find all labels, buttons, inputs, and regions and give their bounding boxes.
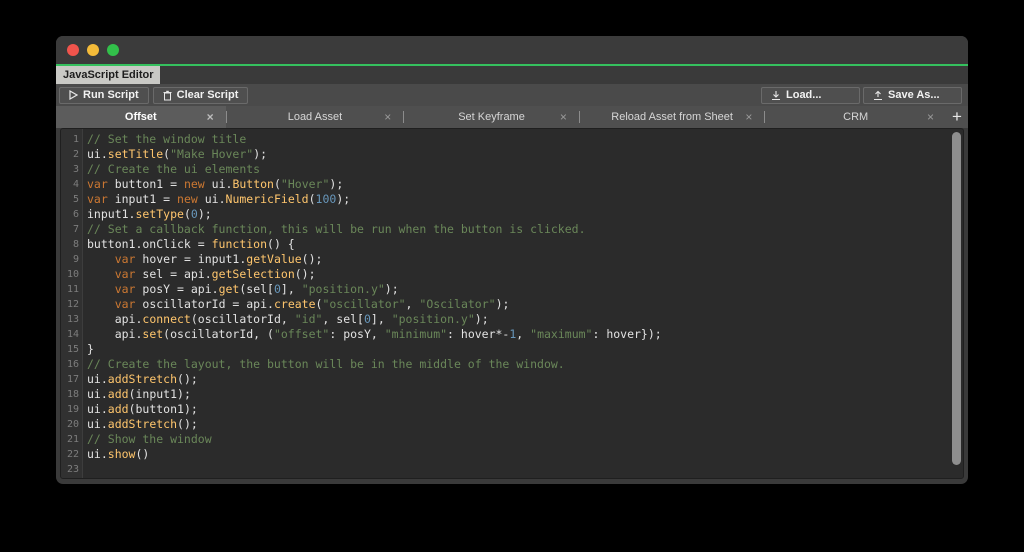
script-tab-crm[interactable]: CRM ×: [765, 106, 946, 128]
javascript-editor-window: JavaScript Editor Run Script Clear Scrip…: [56, 36, 968, 484]
close-tab-icon[interactable]: ×: [745, 111, 752, 123]
code-line: // Show the window: [87, 432, 212, 446]
close-tab-icon[interactable]: ×: [384, 111, 391, 123]
run-script-label: Run Script: [83, 89, 139, 101]
code-line: ui.show(): [87, 447, 150, 461]
play-icon: [69, 90, 78, 100]
code-line: var oscillatorId = api.create("oscillato…: [114, 297, 510, 311]
save-as-label: Save As...: [888, 89, 940, 101]
code-line: button1.onClick = function() {: [87, 237, 295, 251]
close-tab-icon[interactable]: ×: [927, 111, 934, 123]
line-number: 16: [66, 359, 79, 370]
code-line: var posY = api.get(sel[0], "position.y")…: [114, 282, 399, 296]
code-line: // Create the ui elements: [87, 162, 261, 176]
save-as-button[interactable]: Save As...: [863, 86, 962, 104]
load-label: Load...: [786, 89, 822, 101]
download-icon: [771, 90, 781, 101]
code-line: // Set the window title: [87, 132, 247, 146]
code-line: }: [87, 342, 94, 356]
line-number: 6: [72, 209, 79, 220]
code-line: ui.addStretch();: [87, 372, 198, 386]
script-toolbar: Run Script Clear Script Load... Save As.…: [56, 84, 968, 106]
line-number: 5: [72, 194, 79, 205]
code-line: ui.add(input1);: [87, 387, 191, 401]
script-tab-label: CRM: [843, 111, 869, 123]
script-tab-label: Load Asset: [287, 111, 343, 123]
code-line: var hover = input1.getValue();: [114, 252, 323, 266]
load-button[interactable]: Load...: [761, 86, 860, 104]
line-number: 19: [66, 404, 79, 415]
line-number-gutter: 1 2 3 4 5 6 7 8 9 10 11 12 13 14 15 16 17 18 19 20 21 22 23: [61, 129, 83, 478]
line-number: 3: [72, 164, 79, 175]
code-line: ui.addStretch();: [87, 417, 198, 431]
script-tab-set-keyframe[interactable]: Set Keyframe ×: [404, 106, 579, 128]
trash-icon: [163, 90, 172, 101]
code-line: var sel = api.getSelection();: [114, 267, 316, 281]
line-number: 17: [66, 374, 79, 385]
upload-icon: [873, 90, 883, 101]
script-tab-label: Set Keyframe: [458, 111, 525, 123]
line-number: 11: [66, 284, 79, 295]
code-content[interactable]: // Set the window title ui.setTitle("Make…: [83, 129, 963, 478]
code-line: ui.add(button1);: [87, 402, 198, 416]
line-number: 9: [72, 254, 79, 265]
code-line: api.set(oscillatorId, ("offset": posY, "…: [87, 327, 662, 341]
code-line: ui.setTitle("Make Hover");: [87, 147, 268, 161]
line-number: 21: [66, 434, 79, 445]
line-number: 20: [66, 419, 79, 430]
tab-javascript-editor-label: JavaScript Editor: [63, 69, 154, 81]
script-tab-load-asset[interactable]: Load Asset ×: [227, 106, 404, 128]
code-line: // Set a callback function, this will be…: [87, 222, 586, 236]
code-line: api.connect(oscillatorId, "id", sel[0], …: [87, 312, 489, 326]
code-line: var input1 = new ui.NumericField(100);: [87, 192, 351, 206]
window-titlebar: [56, 36, 968, 66]
editor-tab-strip: JavaScript Editor: [56, 66, 968, 84]
close-tab-icon[interactable]: ×: [560, 111, 567, 123]
script-tab-reload-asset-from-sheet[interactable]: Reload Asset from Sheet ×: [580, 106, 765, 128]
clear-script-button[interactable]: Clear Script: [152, 86, 249, 104]
minimize-window-button[interactable]: [87, 44, 99, 56]
line-number: 15: [66, 344, 79, 355]
line-number: 8: [72, 239, 79, 250]
tab-javascript-editor[interactable]: JavaScript Editor: [56, 66, 161, 84]
code-line: input1.setType(0);: [87, 207, 212, 221]
clear-script-label: Clear Script: [176, 89, 239, 101]
line-number: 4: [72, 179, 79, 190]
line-number: 2: [72, 149, 79, 160]
script-tab-bar: Offset × Load Asset × Set Keyframe × Reload As…: [56, 106, 968, 128]
code-line: // Create the layout, the button will be…: [87, 357, 565, 371]
close-tab-icon[interactable]: ×: [207, 111, 214, 123]
line-number: 10: [66, 269, 79, 280]
line-number: 22: [66, 449, 79, 460]
script-tab-label: Offset: [124, 111, 157, 123]
script-tab-label: Reload Asset from Sheet: [611, 111, 733, 123]
add-tab-button[interactable]: +: [946, 106, 968, 128]
script-tab-offset[interactable]: Offset ×: [56, 106, 226, 128]
line-number: 18: [66, 389, 79, 400]
code-editor[interactable]: 1 2 3 4 5 6 7 8 9 10 11 12 13 14 15 16 17 18 19 20 21 22 23 //…: [60, 128, 964, 479]
line-number: 14: [66, 329, 79, 340]
zoom-window-button[interactable]: [107, 44, 119, 56]
code-vertical-scrollbar[interactable]: [951, 130, 962, 477]
line-number: 1: [72, 134, 79, 145]
line-number: 23: [66, 464, 79, 475]
run-script-button[interactable]: Run Script: [59, 86, 149, 104]
scrollbar-thumb[interactable]: [952, 132, 961, 466]
code-line: var button1 = new ui.Button("Hover");: [87, 177, 344, 191]
line-number: 12: [66, 299, 79, 310]
close-window-button[interactable]: [67, 44, 79, 56]
line-number: 13: [66, 314, 79, 325]
line-number: 7: [72, 224, 79, 235]
